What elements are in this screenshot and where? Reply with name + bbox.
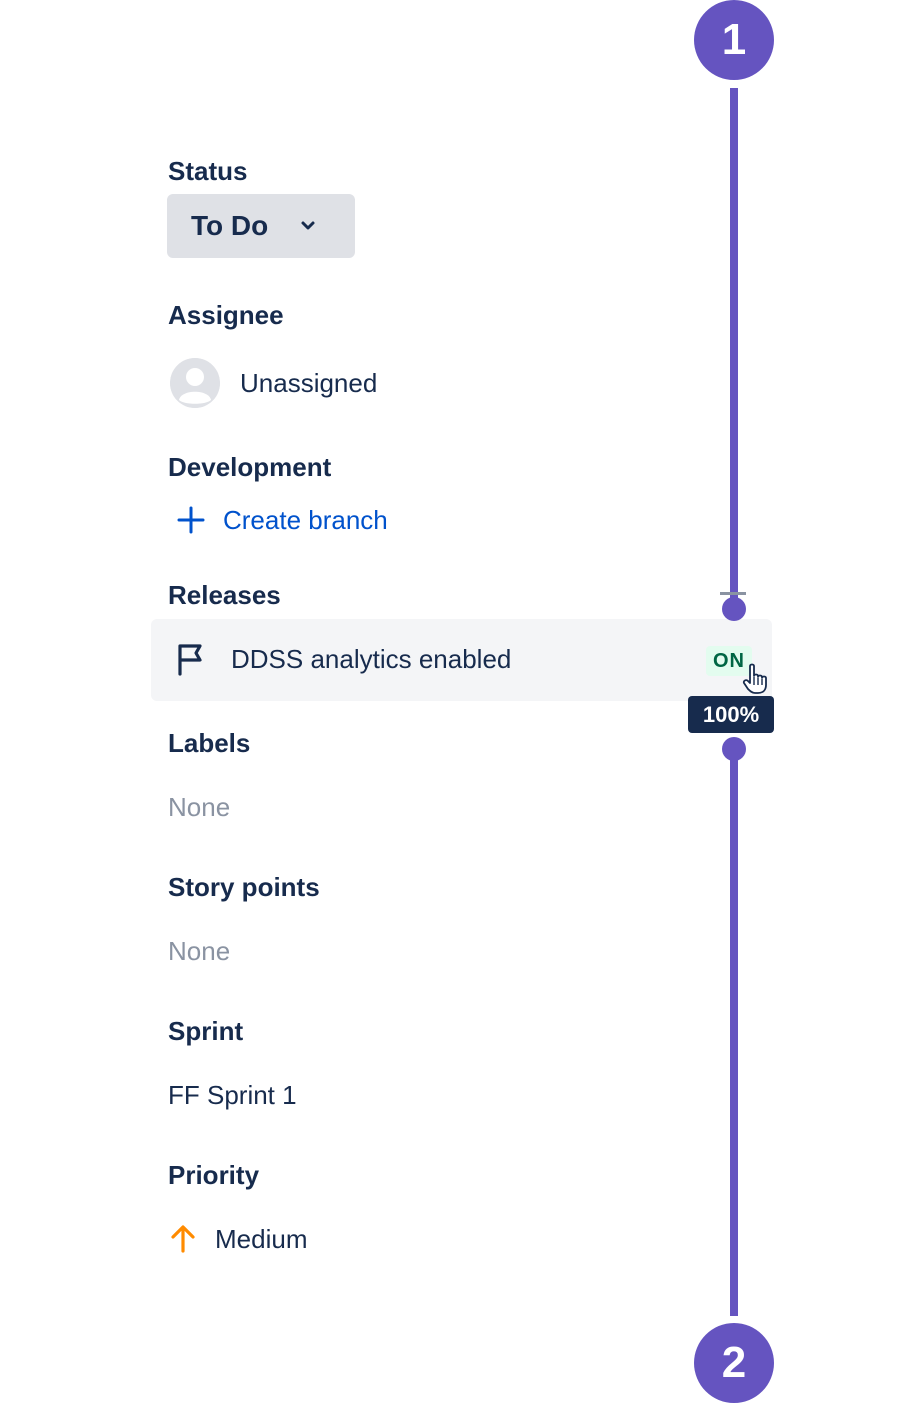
releases-label: Releases <box>168 580 281 610</box>
priority-label: Priority <box>168 1160 260 1190</box>
flag-icon <box>176 642 206 681</box>
callout-line-top <box>730 88 738 608</box>
assignee-label: Assignee <box>168 300 284 330</box>
user-icon <box>170 358 220 408</box>
plus-icon <box>177 506 205 534</box>
status-dropdown[interactable]: To Do <box>167 194 355 258</box>
sprint-label: Sprint <box>168 1016 244 1046</box>
callout-line-bottom <box>730 750 738 1316</box>
arrow-up-icon <box>170 1224 196 1259</box>
callout-1: 1 <box>694 0 774 80</box>
callout-2: 2 <box>694 1323 774 1403</box>
collapse-icon <box>720 592 746 595</box>
status-value: To Do <box>191 210 269 241</box>
priority-value[interactable]: Medium <box>215 1224 307 1255</box>
callout-dot-top <box>722 597 746 621</box>
sprint-value[interactable]: FF Sprint 1 <box>168 1080 297 1111</box>
rollout-tooltip: 100% <box>688 696 774 733</box>
labels-value[interactable]: None <box>168 792 230 823</box>
feature-flag-name: DDSS analytics enabled <box>231 644 512 674</box>
avatar[interactable] <box>170 358 220 408</box>
labels-label: Labels <box>168 728 251 758</box>
create-branch-label: Create branch <box>223 504 388 535</box>
chevron-down-icon <box>298 216 318 236</box>
status-label: Status <box>168 156 248 186</box>
story-points-value[interactable]: None <box>168 936 230 967</box>
assignee-value[interactable]: Unassigned <box>240 368 377 399</box>
story-points-label: Story points <box>168 872 320 902</box>
development-label: Development <box>168 452 332 482</box>
create-branch-link[interactable]: Create branch <box>175 504 388 536</box>
